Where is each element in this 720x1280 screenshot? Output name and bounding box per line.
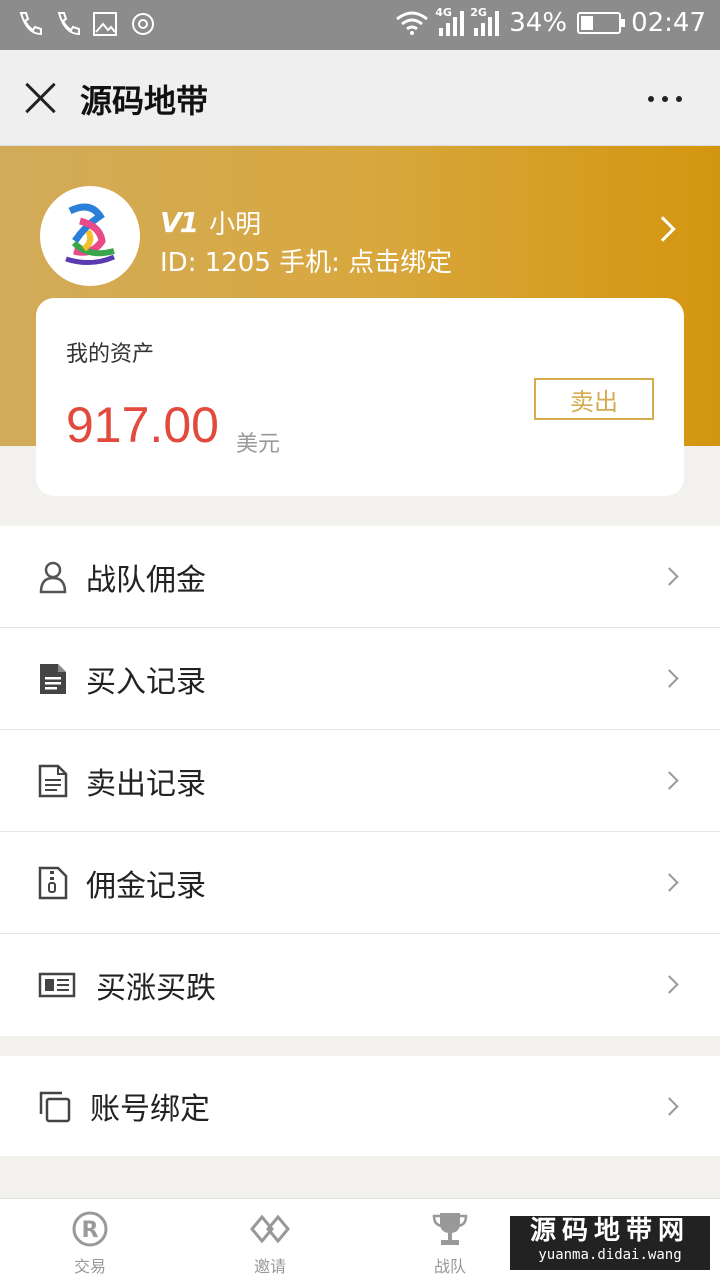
clock: 02:47 [631, 8, 706, 38]
menu-label: 战队佣金 [86, 562, 206, 598]
vip-badge: V1 [160, 206, 199, 239]
chevron-right-icon [660, 975, 679, 994]
user-icon [38, 560, 68, 594]
nav-label: 战队 [433, 1257, 466, 1276]
asset-card: 我的资产 917.00 美元 卖出 [36, 298, 684, 496]
menu-item-buy-up-down[interactable]: 买涨买跌 [0, 934, 720, 1036]
settings-icon [130, 10, 156, 38]
avatar-logo-icon [60, 201, 120, 271]
user-name-row: V1 小明 [160, 204, 261, 241]
watermark-cn: 源码地带网 [529, 1216, 690, 1246]
phone-icon [16, 10, 42, 38]
chevron-right-icon [660, 873, 679, 892]
signal-2g-icon: 2G [470, 6, 500, 36]
watermark: 源码地带网 yuanma.didai.wang [510, 1216, 710, 1270]
more-icon[interactable] [648, 96, 682, 102]
menu-item-buy-records[interactable]: 买入记录 [0, 628, 720, 730]
status-bar: 4G 2G 34% 02:47 [0, 0, 720, 50]
document-icon [38, 764, 68, 798]
menu-item-sell-records[interactable]: 卖出记录 [0, 730, 720, 832]
menu-group-main: 战队佣金 买入记录 卖出记录 佣金记录 买涨买跌 [0, 526, 720, 1036]
asset-label: 我的资产 [66, 342, 155, 367]
chevron-right-icon [660, 669, 679, 688]
asset-value: 917.00 [66, 397, 219, 453]
status-bar-left [16, 10, 156, 38]
avatar[interactable] [40, 186, 140, 286]
page-title: 源码地带 [80, 82, 209, 120]
menu-label: 卖出记录 [86, 766, 206, 802]
image-icon [92, 10, 118, 38]
trophy-icon [430, 1209, 470, 1249]
menu-item-account-binding[interactable]: 账号绑定 [0, 1056, 720, 1156]
registered-icon: R [70, 1209, 110, 1249]
copy-icon [38, 1090, 72, 1124]
chevron-right-icon [660, 771, 679, 790]
menu-item-team-commission[interactable]: 战队佣金 [0, 526, 720, 628]
nav-trade[interactable]: R 交易 [45, 1209, 135, 1277]
asset-unit: 美元 [236, 432, 281, 457]
menu-item-commission-records[interactable]: 佣金记录 [0, 832, 720, 934]
nav-label: 邀请 [253, 1257, 286, 1276]
battery-percent: 34% [509, 8, 568, 38]
battery-icon [577, 12, 626, 34]
user-id-phone[interactable]: ID: 1205 手机: 点击绑定 [160, 242, 452, 279]
menu-group-account: 账号绑定 [0, 1056, 720, 1156]
network-2g-label: 2G [470, 6, 487, 19]
close-icon[interactable] [24, 82, 56, 114]
status-bar-right: 4G 2G 34% 02:47 [395, 6, 706, 38]
title-bar: 源码地带 [0, 50, 720, 146]
menu-label: 佣金记录 [86, 868, 206, 904]
chevron-right-icon [660, 567, 679, 586]
diamond-link-icon [250, 1209, 290, 1249]
menu-label: 账号绑定 [90, 1092, 210, 1127]
signal-4g-icon: 4G [435, 6, 465, 36]
battery-fill [581, 16, 594, 30]
chevron-right-icon [660, 1097, 679, 1116]
zip-file-icon [38, 866, 68, 900]
nav-label: 交易 [73, 1257, 106, 1276]
phone-icon [54, 10, 80, 38]
wifi-icon [396, 11, 429, 35]
chevron-right-icon[interactable] [650, 216, 676, 242]
sell-button[interactable]: 卖出 [534, 378, 654, 420]
network-4g-label: 4G [435, 6, 452, 19]
svg-text:R: R [82, 1218, 99, 1243]
menu-label: 买涨买跌 [96, 971, 216, 1006]
user-name: 小明 [209, 210, 262, 240]
document-filled-icon [38, 662, 68, 696]
menu-label: 买入记录 [86, 664, 206, 700]
newspaper-icon [38, 968, 76, 1002]
watermark-en: yuanma.didai.wang [538, 1247, 682, 1263]
nav-team[interactable]: 战队 [405, 1209, 495, 1277]
nav-invite[interactable]: 邀请 [225, 1209, 315, 1277]
